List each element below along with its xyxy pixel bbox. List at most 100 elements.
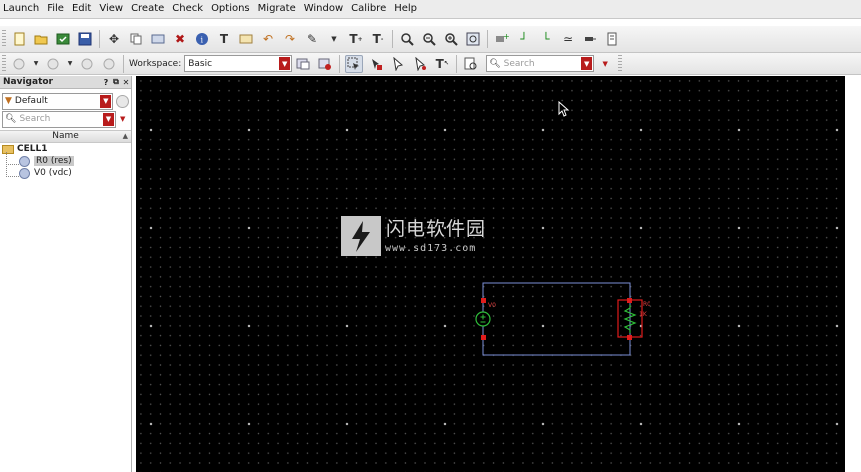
dropdown-arrow-icon[interactable]: ▼ bbox=[103, 112, 114, 126]
filter-options-button[interactable] bbox=[116, 94, 129, 108]
toolbar-separator bbox=[392, 30, 393, 48]
menu-help[interactable]: Help bbox=[390, 0, 421, 18]
toolbar-separator bbox=[456, 54, 458, 73]
pin-marker[interactable] bbox=[481, 298, 486, 303]
tree-row-instance[interactable]: V0 (vdc) bbox=[0, 163, 131, 179]
label-tool-icon[interactable]: T bbox=[215, 30, 233, 48]
menu-bar: Launch File Edit View Create Check Optio… bbox=[0, 0, 861, 19]
area-select-icon[interactable] bbox=[367, 55, 385, 73]
schematic-circuit[interactable]: V0 R0 1K bbox=[470, 280, 650, 360]
toolbar-grip[interactable] bbox=[2, 54, 6, 73]
note-icon[interactable] bbox=[237, 30, 255, 48]
redo-icon[interactable]: ↷ bbox=[281, 30, 299, 48]
pen-icon[interactable]: ✎ bbox=[303, 30, 321, 48]
navigator-title: Navigator bbox=[3, 77, 53, 87]
column-header-name[interactable]: Name ▲ bbox=[0, 130, 131, 143]
menu-view[interactable]: View bbox=[95, 0, 127, 18]
toolbar-grip[interactable] bbox=[2, 30, 6, 48]
probe-icon[interactable] bbox=[581, 30, 599, 48]
close-icon[interactable]: ✕ bbox=[121, 78, 131, 87]
instance-icon bbox=[19, 155, 30, 167]
mouse-cursor-icon bbox=[558, 101, 570, 117]
pointer-icon[interactable] bbox=[389, 55, 407, 73]
svg-text:i: i bbox=[201, 36, 204, 45]
sort-arrow-icon: ▲ bbox=[122, 132, 128, 140]
workspace-save-icon[interactable] bbox=[294, 55, 312, 73]
toolbar-grip[interactable] bbox=[618, 54, 623, 73]
search-options-arrow-icon[interactable]: ▼ bbox=[120, 115, 125, 123]
open-folder-icon[interactable] bbox=[32, 30, 50, 48]
zoom-out-icon[interactable] bbox=[420, 30, 438, 48]
pointer-target-icon[interactable] bbox=[411, 55, 429, 73]
pin-icon[interactable]: ≃ bbox=[559, 30, 577, 48]
workspace-select[interactable]: Basic ▼ bbox=[184, 55, 293, 72]
search-options-icon[interactable] bbox=[462, 55, 480, 73]
select-mode-icon[interactable] bbox=[345, 54, 364, 73]
menu-launch[interactable]: Launch bbox=[0, 0, 43, 18]
copy-icon[interactable] bbox=[127, 30, 145, 48]
save-icon[interactable] bbox=[76, 30, 94, 48]
wire-name-icon[interactable]: └ bbox=[537, 30, 555, 48]
undo-icon[interactable]: ↶ bbox=[259, 30, 277, 48]
zoom-in-icon[interactable] bbox=[442, 30, 460, 48]
check-save-icon[interactable] bbox=[54, 30, 72, 48]
tree-row-cell[interactable]: CELL1 bbox=[0, 143, 131, 155]
search-icon: 🔍︎ bbox=[489, 58, 501, 69]
dropdown-arrow-icon[interactable]: ▼ bbox=[32, 55, 40, 73]
tree-row-instance[interactable]: R0 (res) bbox=[0, 151, 131, 167]
dropdown-arrow-icon[interactable]: ▼ bbox=[100, 94, 112, 108]
column-header-label: Name bbox=[52, 131, 79, 141]
schematic-canvas[interactable] bbox=[136, 76, 845, 472]
resistor-r0[interactable]: R0 1K bbox=[617, 298, 650, 340]
navigator-panel: Navigator ? ⧉ ✕ ▼ Default ▼ 🔍︎ Search ▼ … bbox=[0, 76, 132, 472]
info-icon[interactable]: i bbox=[193, 30, 211, 48]
zoom-icon[interactable] bbox=[398, 30, 416, 48]
circle-button-3-icon[interactable] bbox=[78, 55, 96, 73]
circle-button-4-icon[interactable] bbox=[100, 55, 118, 73]
zoom-fit-icon[interactable] bbox=[464, 30, 482, 48]
navigator-filter-select[interactable]: ▼ Default ▼ bbox=[2, 92, 114, 110]
secondary-toolbar: ▼ ▼ Workspace: Basic ▼ T ↖ 🔍︎ Search ▼ ▼ bbox=[0, 53, 861, 75]
menu-migrate[interactable]: Migrate bbox=[254, 0, 300, 18]
delete-icon[interactable]: ✖ bbox=[171, 30, 189, 48]
menu-window[interactable]: Window bbox=[300, 0, 347, 18]
dropdown-arrow-icon[interactable]: ▼ bbox=[325, 30, 343, 48]
stretch-icon[interactable] bbox=[149, 30, 167, 48]
dropdown-arrow-icon[interactable]: ▼ bbox=[66, 55, 74, 73]
navigator-filter-row: ▼ Default ▼ bbox=[0, 92, 131, 110]
circle-button-1-icon[interactable] bbox=[10, 55, 28, 73]
watermark: 闪电软件园 www.sd173.com bbox=[341, 214, 511, 256]
menu-calibre[interactable]: Calibre bbox=[347, 0, 390, 18]
new-file-icon[interactable] bbox=[10, 30, 28, 48]
properties-icon[interactable] bbox=[603, 30, 621, 48]
toolbar-search-input[interactable]: 🔍︎ Search ▼ bbox=[486, 55, 595, 72]
menu-edit[interactable]: Edit bbox=[68, 0, 95, 18]
help-icon[interactable]: ? bbox=[101, 78, 111, 87]
pin-marker[interactable] bbox=[481, 335, 486, 340]
menu-create[interactable]: Create bbox=[127, 0, 168, 18]
text-smaller-icon[interactable]: T- bbox=[369, 30, 387, 48]
menu-file[interactable]: File bbox=[43, 0, 68, 18]
voltage-source-v0[interactable]: V0 bbox=[475, 298, 496, 340]
workspace-delete-icon[interactable] bbox=[316, 55, 334, 73]
dropdown-arrow-icon[interactable]: ▼ bbox=[279, 57, 291, 70]
menu-options[interactable]: Options bbox=[207, 0, 254, 18]
move-icon[interactable]: ✥ bbox=[105, 30, 123, 48]
menu-check[interactable]: Check bbox=[168, 0, 207, 18]
wire-icon[interactable]: ┘ bbox=[515, 30, 533, 48]
pin-marker[interactable] bbox=[627, 298, 632, 303]
text-larger-icon[interactable]: T + bbox=[347, 30, 365, 48]
pin-marker[interactable] bbox=[627, 335, 632, 340]
circle-button-2-icon[interactable] bbox=[44, 55, 62, 73]
float-icon[interactable]: ⧉ bbox=[111, 77, 121, 87]
add-instance-icon[interactable]: + bbox=[493, 30, 511, 48]
text-select-icon[interactable]: T ↖ bbox=[433, 55, 451, 73]
svg-text:+: + bbox=[503, 32, 509, 41]
dropdown-arrow-icon[interactable]: ▼ bbox=[581, 57, 593, 70]
resistor-value-label: 1K bbox=[639, 311, 648, 318]
search-dropdown-arrow-icon[interactable]: ▼ bbox=[596, 55, 614, 73]
window-edge bbox=[845, 76, 861, 472]
tree-connector bbox=[6, 163, 19, 177]
wire-loop[interactable] bbox=[482, 282, 631, 356]
navigator-search-input[interactable]: 🔍︎ Search ▼ bbox=[2, 110, 116, 128]
